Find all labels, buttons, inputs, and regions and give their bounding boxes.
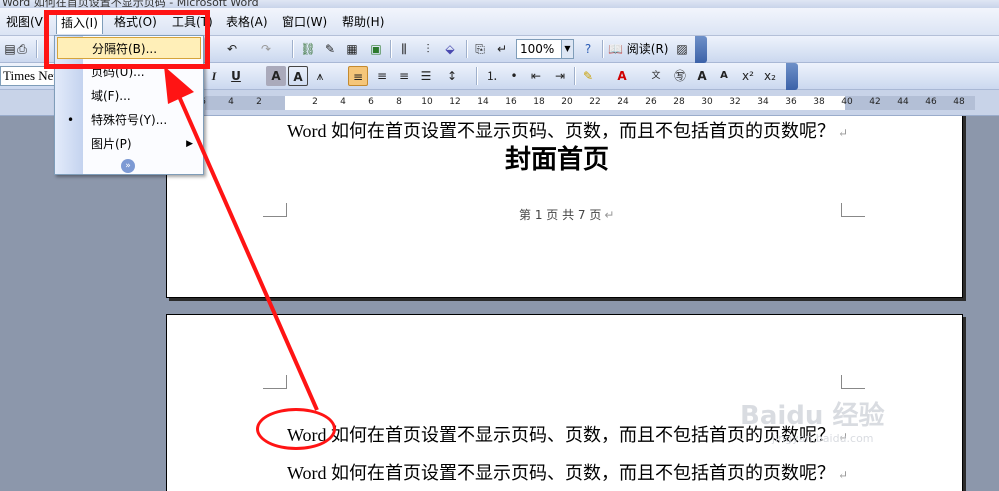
watermark-url: jingyan.baidu.com: [772, 432, 874, 445]
watermark-logo: Baidu 经验: [740, 401, 885, 431]
baidu-watermark: Baidu 经验 jingyan.baidu.com: [740, 395, 884, 445]
